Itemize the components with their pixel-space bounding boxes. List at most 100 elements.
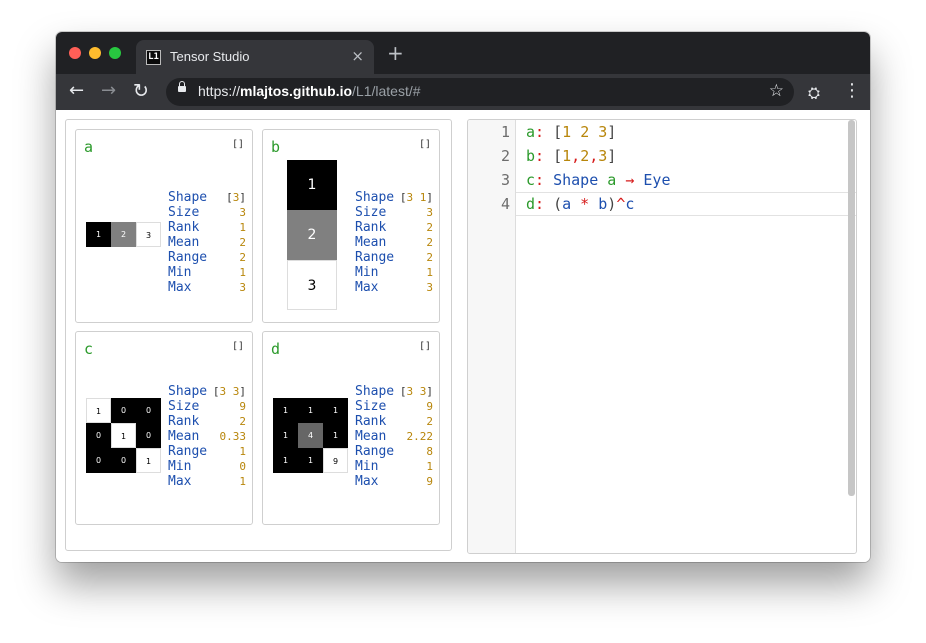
code-token: Eye bbox=[643, 171, 671, 189]
stat-row: Mean 2 bbox=[355, 235, 433, 250]
stat-label: Min bbox=[355, 265, 379, 280]
address-bar[interactable]: https://mlajtos.github.io/L1/latest/# ☆ bbox=[166, 78, 794, 106]
browser-window: L1 Tensor Studio × + ← → ↻ https://mlajt… bbox=[56, 32, 870, 562]
code-line[interactable]: c: Shape a → Eye bbox=[526, 168, 671, 192]
stat-value: 2 bbox=[239, 236, 246, 249]
code-token: b bbox=[598, 195, 608, 213]
browser-menu-icon[interactable]: ⋮ bbox=[843, 80, 861, 102]
stat-row: Max 9 bbox=[355, 474, 433, 489]
stat-value: 1 bbox=[239, 445, 246, 458]
tab-title: Tensor Studio bbox=[170, 49, 250, 64]
tensor-card-c: c [] 100010001 Shape [3 3] Size 9 Rank 2 Mean 0… bbox=[75, 331, 253, 525]
tensor-cell: 1 bbox=[86, 222, 111, 247]
tensor-cell: 1 bbox=[273, 423, 298, 448]
browser-tab[interactable]: L1 Tensor Studio × bbox=[136, 40, 374, 74]
stat-label: Size bbox=[168, 205, 200, 220]
l1-favicon-icon: L1 bbox=[146, 50, 161, 65]
shape-dims: 3 1 bbox=[406, 191, 427, 204]
tensor-cell: 1 bbox=[136, 448, 161, 473]
stat-value: 9 bbox=[426, 400, 433, 413]
stat-label: Rank bbox=[355, 414, 387, 429]
code-token: a bbox=[526, 123, 536, 141]
maximize-window-button[interactable] bbox=[109, 47, 121, 59]
code-token: : bbox=[535, 147, 554, 165]
tensor-cell: 0 bbox=[136, 398, 161, 423]
tensor-cell: 0 bbox=[111, 398, 136, 423]
code-token: 3 bbox=[598, 123, 608, 141]
stat-value: 2 bbox=[426, 415, 433, 428]
shape-dims: 3 3 bbox=[219, 385, 240, 398]
line-number: 3 bbox=[500, 171, 510, 189]
stat-label: Shape bbox=[168, 384, 208, 399]
code-editor[interactable]: 1234 a: [1 2 3] b: [1,2,3] c: Shape a → Ey… bbox=[467, 119, 857, 554]
tensor-cell: 0 bbox=[86, 448, 111, 473]
code-token: [ bbox=[553, 147, 563, 165]
shape-open-bracket: [ bbox=[399, 385, 407, 398]
line-number: 4 bbox=[500, 195, 510, 213]
tensor-cell: 0 bbox=[111, 448, 136, 473]
tensor-stats: Shape [3] Size 3 Rank 1 Mean 2 Range 2 Min 1 Max 3 bbox=[168, 190, 246, 295]
line-number: 2 bbox=[500, 147, 510, 165]
tensor-cell: 0 bbox=[86, 423, 111, 448]
incognito-extension-icon[interactable]: ⛭ bbox=[808, 82, 820, 104]
tensor-bracket-label: [] bbox=[231, 139, 244, 150]
stat-row: Rank 2 bbox=[355, 414, 433, 429]
tensor-name: d bbox=[271, 340, 281, 358]
code-token: → bbox=[616, 171, 644, 189]
editor-scrollbar[interactable] bbox=[848, 120, 855, 496]
stat-label: Mean bbox=[355, 429, 387, 444]
close-window-button[interactable] bbox=[69, 47, 81, 59]
tensor-cell: 1 bbox=[323, 398, 348, 423]
code-token: ^ bbox=[616, 195, 626, 213]
stat-value: 8 bbox=[426, 445, 433, 458]
forward-arrow-icon[interactable]: → bbox=[101, 80, 116, 102]
stat-label: Rank bbox=[168, 220, 200, 235]
stat-value: 3 bbox=[426, 281, 433, 294]
bookmark-star-icon[interactable]: ☆ bbox=[769, 81, 784, 101]
tensor-cell: 1 bbox=[273, 398, 298, 423]
stat-row: Size 9 bbox=[168, 399, 246, 414]
code-line[interactable]: d: (a * b)^c bbox=[526, 192, 634, 216]
new-tab-button[interactable]: + bbox=[387, 43, 404, 63]
stat-label: Min bbox=[355, 459, 379, 474]
code-token: ] bbox=[607, 147, 617, 165]
stat-value: 9 bbox=[426, 475, 433, 488]
tensor-cell: 1 bbox=[298, 398, 323, 423]
stat-value: 3 bbox=[426, 206, 433, 219]
stat-row: Shape [3 1] bbox=[355, 190, 433, 205]
code-token: d bbox=[526, 195, 536, 213]
stat-value: 2.22 bbox=[406, 430, 434, 443]
stat-row: Size 3 bbox=[168, 205, 246, 220]
code-line[interactable]: a: [1 2 3] bbox=[526, 120, 616, 144]
stat-value: 1 bbox=[239, 266, 246, 279]
minimize-window-button[interactable] bbox=[89, 47, 101, 59]
tab-close-icon[interactable]: × bbox=[351, 46, 364, 66]
stat-row: Range 2 bbox=[355, 250, 433, 265]
stat-label: Rank bbox=[355, 220, 387, 235]
shape-open-bracket: [ bbox=[226, 191, 233, 204]
stat-value: 2 bbox=[426, 221, 433, 234]
code-token: a bbox=[607, 171, 617, 189]
stat-label: Size bbox=[168, 399, 200, 414]
tensor-bracket-label: [] bbox=[418, 139, 431, 150]
stat-label: Mean bbox=[355, 235, 387, 250]
stat-label: Shape bbox=[168, 190, 208, 205]
url-text[interactable]: https://mlajtos.github.io/L1/latest/# bbox=[198, 83, 421, 99]
stat-row: Min 0 bbox=[168, 459, 246, 474]
stat-value: 2 bbox=[426, 236, 433, 249]
stat-value: 3 bbox=[239, 206, 246, 219]
code-line[interactable]: b: [1,2,3] bbox=[526, 144, 616, 168]
stat-label: Range bbox=[355, 444, 395, 459]
back-arrow-icon[interactable]: ← bbox=[69, 80, 84, 102]
shape-open-bracket: [ bbox=[212, 385, 220, 398]
reload-icon[interactable]: ↻ bbox=[133, 80, 149, 102]
tensor-cell: 1 bbox=[86, 398, 111, 423]
stat-value: 0.33 bbox=[219, 430, 247, 443]
code-token: ) bbox=[607, 195, 617, 213]
tensor-cell: 2 bbox=[111, 222, 136, 247]
stat-row: Range 2 bbox=[168, 250, 246, 265]
tensor-stats: Shape [3 3] Size 9 Rank 2 Mean 0.33 Range 1 Min 0 Ma… bbox=[168, 384, 246, 489]
